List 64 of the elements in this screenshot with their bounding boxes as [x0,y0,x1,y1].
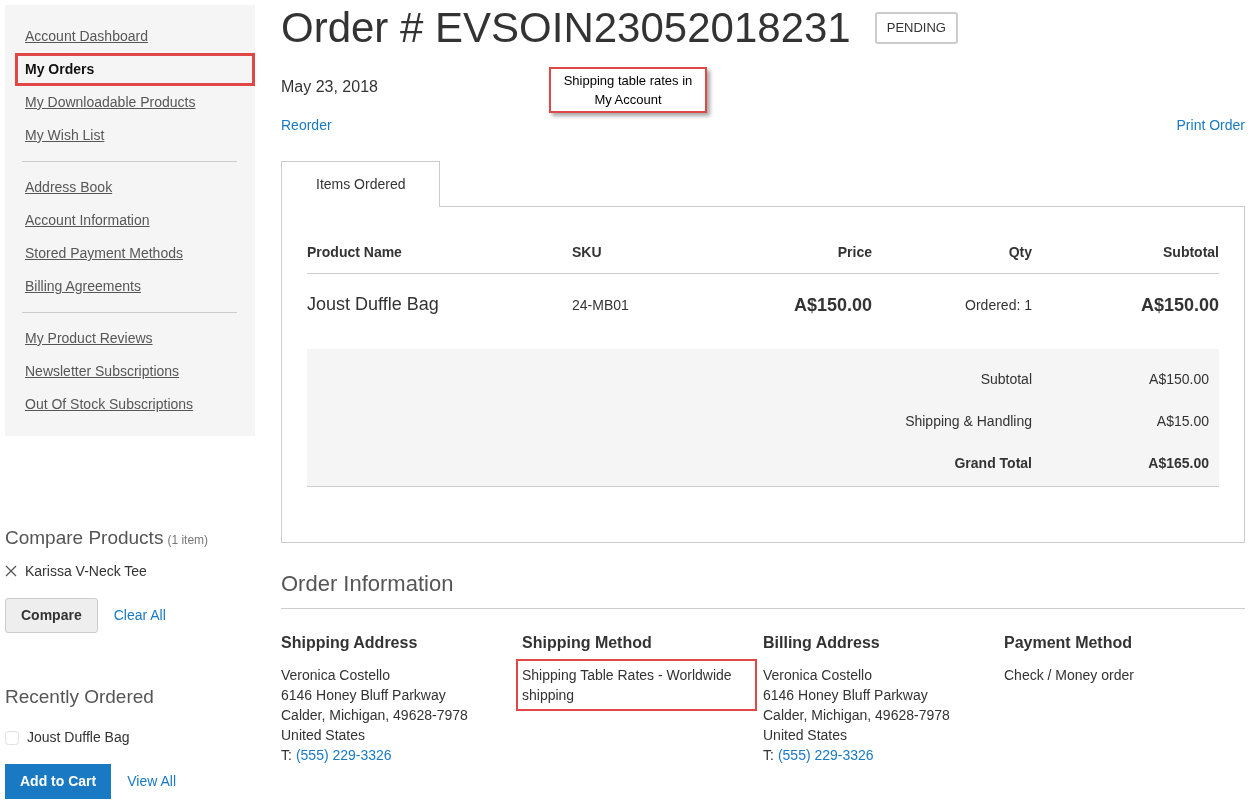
print-order-link[interactable]: Print Order [1176,115,1245,136]
sidebar-link[interactable]: Account Dashboard [5,20,255,53]
address-line: 6146 Honey Bluff Parkway [281,686,447,705]
remove-icon[interactable] [5,565,17,577]
address-line: Calder, Michigan, 49628-7978 [763,706,951,725]
block-title: Payment Method [1004,633,1133,653]
recently-ordered-title: Recently Ordered [5,684,155,709]
clear-all-link[interactable]: Clear All [113,604,166,626]
tab[interactable]: Items Ordered [281,161,441,207]
reorder-link[interactable]: Reorder [281,115,332,136]
sidebar-link[interactable]: My Downloadable Products [5,86,255,119]
address-line: United States [763,726,849,745]
total-label: Grand Total [872,442,1032,487]
compare-button[interactable]: Compare [5,597,98,633]
sidebar-link[interactable]: Address Book [5,171,255,204]
checkbox[interactable] [5,730,19,745]
block-title: Shipping Method [522,633,653,653]
quantity: Ordered: 1 [872,273,1032,337]
total-value: A$150.00 [1032,349,1219,400]
sku: 24-MB01 [572,273,722,337]
order-date: May 23, 2018 [281,77,378,97]
sidebar-link[interactable]: Out Of Stock Subscriptions [5,388,255,421]
address-line: Shipping Table Rates - Worldwide shipping [522,666,733,705]
address-line: Calder, Michigan, 49628-7978 [281,706,469,725]
address-line: Check / Money order [1004,666,1135,685]
phone-label: T: [281,746,292,765]
total-label: Subtotal [872,349,1032,400]
address-line: 6146 Honey Bluff Parkway [763,686,929,705]
column-header: Qty [872,232,1032,274]
sidebar-link[interactable]: My Wish List [5,119,255,152]
product-name: Karissa V-Neck Tee [25,561,147,581]
total-label: Shipping & Handling [872,400,1032,442]
annotation-callout: Shipping table rates in My Account [549,67,707,113]
view-all-link[interactable]: View All [127,771,176,792]
product-name: Joust Duffle Bag [27,728,130,747]
status-badge: PENDING [874,12,958,44]
column-header: Price [722,232,872,274]
column-header: Product Name [307,232,572,274]
address-line: United States [281,726,367,745]
compare-products-title: Compare Products [5,526,164,550]
item-count: (1 item) [167,532,209,549]
sidebar-link[interactable]: Billing Agreements [5,270,255,303]
section-title: Order Information [281,567,1245,609]
block-title: Billing Address [763,633,881,653]
subtotal: A$150.00 [1032,273,1219,337]
address-line: Veronica Costello [281,666,391,685]
column-header: SKU [572,232,722,274]
order-title: Order # EVSOIN23052018231 [281,5,851,51]
price: A$150.00 [722,273,872,337]
product-name: Joust Duffle Bag [307,273,572,337]
address-line: Veronica Costello [763,666,873,685]
total-value: A$15.00 [1032,400,1219,442]
phone-link[interactable]: (555) 229-3326 [295,745,392,765]
sidebar-link[interactable]: Account Information [5,204,255,237]
sidebar-link[interactable]: Newsletter Subscriptions [5,355,255,388]
phone-link[interactable]: (555) 229-3326 [777,745,874,765]
total-value: A$165.00 [1032,442,1219,487]
column-header: Subtotal [1032,232,1219,274]
phone-label: T: [763,746,774,765]
sidebar-link[interactable]: My Orders [15,53,255,86]
add-to-cart-button[interactable]: Add to Cart [5,764,112,799]
sidebar-link[interactable]: My Product Reviews [5,322,255,355]
block-title: Shipping Address [281,633,419,653]
sidebar-link[interactable]: Stored Payment Methods [5,237,255,270]
